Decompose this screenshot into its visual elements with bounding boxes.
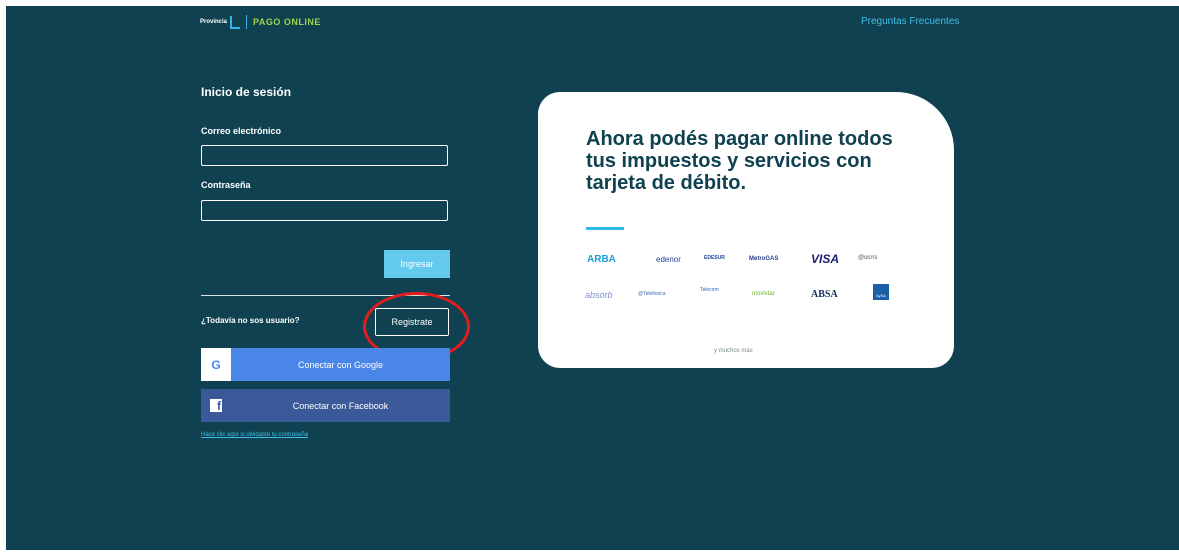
password-field[interactable] [201, 200, 448, 221]
logo-telefonica: @Telefonica [638, 291, 666, 297]
logo-aysa: AySA [873, 284, 889, 300]
login-title: Inicio de sesión [201, 85, 292, 99]
promo-card: Ahora podés pagar online todos tus impue… [538, 92, 954, 368]
not-user-text: ¿Todavía no sos usuario? [201, 316, 300, 325]
more-brands-text: y muchos más [714, 348, 753, 354]
forgot-password-link[interactable]: Hacé clic aquí si olvidaste tu contraseñ… [201, 432, 308, 438]
email-label: Correo electrónico [201, 126, 282, 136]
logo-ocrrs: @ocrrs [858, 255, 878, 261]
google-login-button[interactable]: G Conectar con Google [201, 348, 450, 381]
logo-arba-1: ARBA [587, 254, 616, 265]
logo-metrogas: MetroGAS [749, 256, 779, 262]
facebook-login-button[interactable]: f Conectar con Facebook [201, 389, 450, 422]
promo-accent-line [586, 227, 624, 230]
logo-telecom: Telecom [700, 287, 719, 293]
logo-absorb: absorb [585, 290, 613, 300]
password-label: Contraseña [201, 180, 251, 190]
promo-headline: Ahora podés pagar online todos tus impue… [586, 128, 893, 194]
email-field[interactable] [201, 145, 448, 166]
faq-link[interactable]: Preguntas Frecuentes [861, 16, 959, 27]
google-icon: G [201, 348, 231, 381]
brand-divider [246, 15, 248, 29]
logo-movistar: movistar [752, 291, 775, 297]
form-divider [201, 295, 450, 296]
google-login-label: Conectar con Google [297, 359, 384, 370]
login-submit-button[interactable]: Ingresar [384, 250, 450, 278]
register-button[interactable]: Registrate [375, 308, 449, 336]
facebook-icon: f [210, 399, 222, 413]
facebook-icon-box: f [201, 399, 231, 413]
logo-absa: ABSA [811, 289, 838, 300]
brand-provincia-text: Provincia [200, 19, 228, 25]
logo-edenor: edenor [656, 255, 681, 264]
logo-edesur: EDESUR [704, 255, 725, 261]
brand-logo[interactable]: Provincia PAGO ONLINE [200, 12, 321, 32]
logo-visa: VISA [811, 252, 840, 266]
facebook-login-label: Conectar con Facebook [292, 400, 389, 411]
brand-title: PAGO ONLINE [253, 17, 321, 27]
provincia-logo-icon [230, 15, 241, 29]
